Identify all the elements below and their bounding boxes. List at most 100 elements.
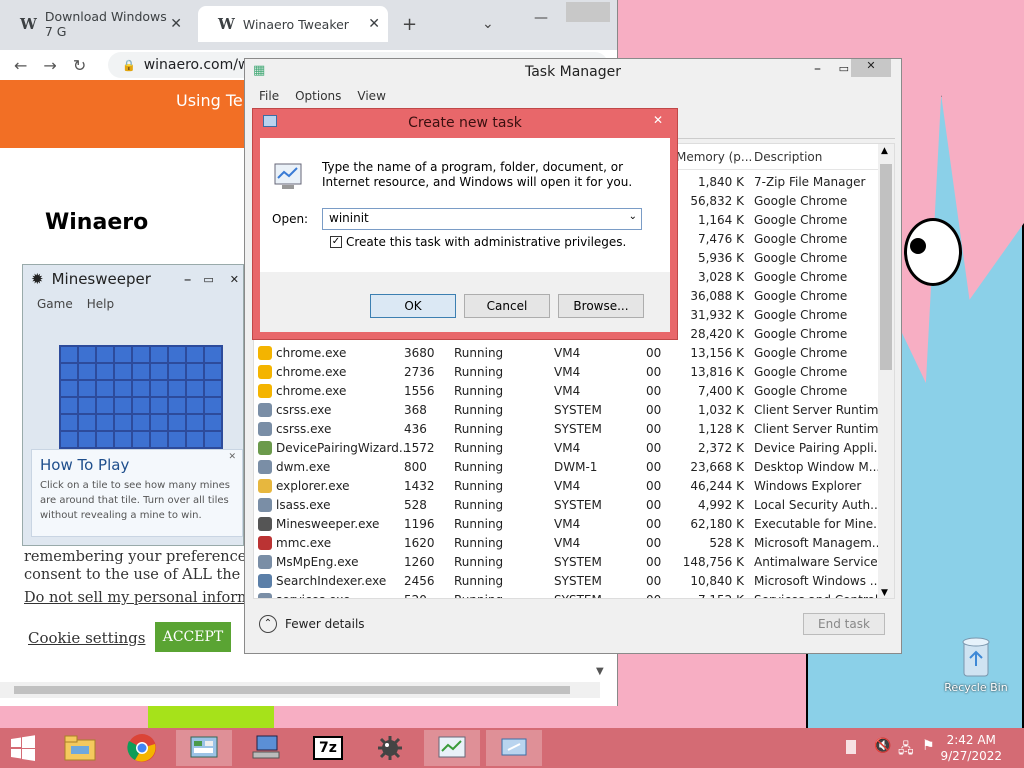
mine-tile[interactable] bbox=[205, 381, 221, 396]
run-dialog-icon[interactable] bbox=[486, 730, 542, 766]
mine-tile[interactable] bbox=[169, 364, 185, 379]
end-task-button[interactable]: End task bbox=[803, 613, 885, 635]
chevron-down-icon[interactable]: ⌄ bbox=[629, 211, 637, 222]
menu-view[interactable]: View bbox=[357, 89, 385, 103]
mine-tile[interactable] bbox=[97, 415, 113, 430]
mine-tile[interactable] bbox=[79, 381, 95, 396]
mine-tile[interactable] bbox=[205, 364, 221, 379]
scrollbar-thumb[interactable] bbox=[14, 686, 570, 694]
tab-winaero-tweaker[interactable]: W Winaero Tweaker ✕ bbox=[198, 6, 388, 42]
close-icon[interactable]: ✕ bbox=[228, 452, 236, 462]
mine-tile[interactable] bbox=[133, 364, 149, 379]
new-tab-icon[interactable]: + bbox=[402, 14, 417, 35]
table-row[interactable]: DevicePairingWizard... 1572 Running VM4 00 2,… bbox=[254, 438, 880, 457]
mine-tile[interactable] bbox=[61, 432, 77, 447]
minimize-icon[interactable]: – bbox=[184, 270, 192, 288]
do-not-sell-link[interactable]: Do not sell my personal inform bbox=[24, 590, 251, 606]
mine-tile[interactable] bbox=[115, 364, 131, 379]
mine-tile[interactable] bbox=[151, 398, 167, 413]
mine-tile[interactable] bbox=[169, 381, 185, 396]
cookie-settings-link[interactable]: Cookie settings bbox=[28, 629, 145, 647]
mine-tile[interactable] bbox=[169, 347, 185, 362]
mine-tile[interactable] bbox=[61, 364, 77, 379]
scroll-down-icon[interactable]: ▼ bbox=[881, 588, 888, 598]
network-icon[interactable] bbox=[238, 730, 294, 766]
table-row[interactable]: lsass.exe 528 Running SYSTEM 00 4,992 K Local … bbox=[254, 495, 880, 514]
mine-tile[interactable] bbox=[205, 347, 221, 362]
mine-tile[interactable] bbox=[79, 415, 95, 430]
file-explorer-icon[interactable] bbox=[52, 730, 108, 766]
mine-tile[interactable] bbox=[205, 415, 221, 430]
table-row[interactable]: csrss.exe 436 Running SYSTEM 00 1,128 K Client… bbox=[254, 419, 880, 438]
table-row[interactable]: chrome.exe 3680 Running VM4 00 13,156 K Google… bbox=[254, 343, 880, 362]
site-title[interactable]: Winaero bbox=[45, 210, 148, 235]
clock[interactable]: 2:42 AM 9/27/2022 bbox=[940, 732, 1002, 764]
forward-icon[interactable]: → bbox=[43, 56, 56, 75]
mine-tile[interactable] bbox=[79, 347, 95, 362]
mine-tile[interactable] bbox=[151, 432, 167, 447]
back-icon[interactable]: ← bbox=[14, 56, 27, 75]
mine-tile[interactable] bbox=[61, 381, 77, 396]
open-input-value[interactable]: wininit bbox=[329, 211, 369, 225]
table-row[interactable]: chrome.exe 1556 Running VM4 00 7,400 K Google … bbox=[254, 381, 880, 400]
table-row[interactable]: Minesweeper.exe 1196 Running VM4 00 62,180 K E… bbox=[254, 514, 880, 533]
mine-tile[interactable] bbox=[115, 347, 131, 362]
minimize-icon[interactable]: – bbox=[814, 61, 821, 77]
mine-tile[interactable] bbox=[187, 381, 203, 396]
mine-tile[interactable] bbox=[187, 415, 203, 430]
control-panel-icon[interactable] bbox=[176, 730, 232, 766]
mine-tile[interactable] bbox=[115, 381, 131, 396]
mine-tile[interactable] bbox=[169, 415, 185, 430]
mine-tile[interactable] bbox=[61, 398, 77, 413]
mine-tile[interactable] bbox=[151, 364, 167, 379]
mine-tile[interactable] bbox=[133, 398, 149, 413]
admin-checkbox-row[interactable]: ✓ Create this task with administrative p… bbox=[330, 235, 626, 249]
minesweeper-icon[interactable] bbox=[362, 730, 418, 766]
mine-tile[interactable] bbox=[115, 398, 131, 413]
browse-button[interactable]: Browse... bbox=[558, 294, 644, 318]
maximize-icon[interactable]: ▭ bbox=[203, 273, 213, 286]
mine-tile[interactable] bbox=[187, 398, 203, 413]
table-row[interactable]: chrome.exe 2736 Running VM4 00 13,816 K Google… bbox=[254, 362, 880, 381]
table-row[interactable]: services.exe 520 Running SYSTEM 00 7,152 K Ser… bbox=[254, 590, 880, 598]
horizontal-scrollbar[interactable] bbox=[0, 682, 600, 698]
table-row[interactable]: csrss.exe 368 Running SYSTEM 00 1,032 K Client… bbox=[254, 400, 880, 419]
mine-tile[interactable] bbox=[115, 415, 131, 430]
mine-tile[interactable] bbox=[151, 347, 167, 362]
mine-tile[interactable] bbox=[97, 432, 113, 447]
minefield-grid[interactable] bbox=[59, 345, 223, 449]
open-combobox[interactable]: wininit ⌄ bbox=[322, 208, 642, 230]
mine-tile[interactable] bbox=[187, 364, 203, 379]
mine-tile[interactable] bbox=[97, 364, 113, 379]
fewer-details-button[interactable]: ⌃ Fewer details bbox=[259, 615, 365, 633]
maximize-icon[interactable]: ▭ bbox=[839, 62, 849, 75]
task-manager-icon[interactable] bbox=[424, 730, 480, 766]
mine-tile[interactable] bbox=[61, 347, 77, 362]
mine-tile[interactable] bbox=[61, 415, 77, 430]
close-icon[interactable]: ✕ bbox=[368, 16, 380, 32]
reload-icon[interactable]: ↻ bbox=[73, 56, 86, 75]
action-center-icon[interactable]: ⚑ bbox=[922, 738, 935, 754]
ok-button[interactable]: OK bbox=[370, 294, 456, 318]
mine-tile[interactable] bbox=[79, 398, 95, 413]
start-icon[interactable] bbox=[0, 730, 46, 766]
table-row[interactable]: explorer.exe 1432 Running VM4 00 46,244 K Wind… bbox=[254, 476, 880, 495]
mine-tile[interactable] bbox=[133, 415, 149, 430]
7zip-icon[interactable]: 7z bbox=[300, 730, 356, 766]
mine-tile[interactable] bbox=[97, 381, 113, 396]
close-icon[interactable]: ✕ bbox=[851, 59, 891, 77]
column-memory[interactable]: Memory (p... bbox=[676, 150, 752, 164]
mine-tile[interactable] bbox=[97, 347, 113, 362]
admin-checkbox[interactable]: ✓ bbox=[330, 236, 342, 248]
mine-tile[interactable] bbox=[169, 432, 185, 447]
mine-tile[interactable] bbox=[133, 381, 149, 396]
menu-game[interactable]: Game bbox=[37, 297, 73, 311]
mine-tile[interactable] bbox=[151, 415, 167, 430]
mine-tile[interactable] bbox=[169, 398, 185, 413]
mine-tile[interactable] bbox=[205, 398, 221, 413]
mine-tile[interactable] bbox=[79, 432, 95, 447]
table-row[interactable]: SearchIndexer.exe 2456 Running SYSTEM 00 10,8… bbox=[254, 571, 880, 590]
mine-tile[interactable] bbox=[151, 381, 167, 396]
close-icon[interactable]: ✕ bbox=[647, 113, 669, 131]
table-row[interactable]: MsMpEng.exe 1260 Running SYSTEM 00 148,756 K A… bbox=[254, 552, 880, 571]
